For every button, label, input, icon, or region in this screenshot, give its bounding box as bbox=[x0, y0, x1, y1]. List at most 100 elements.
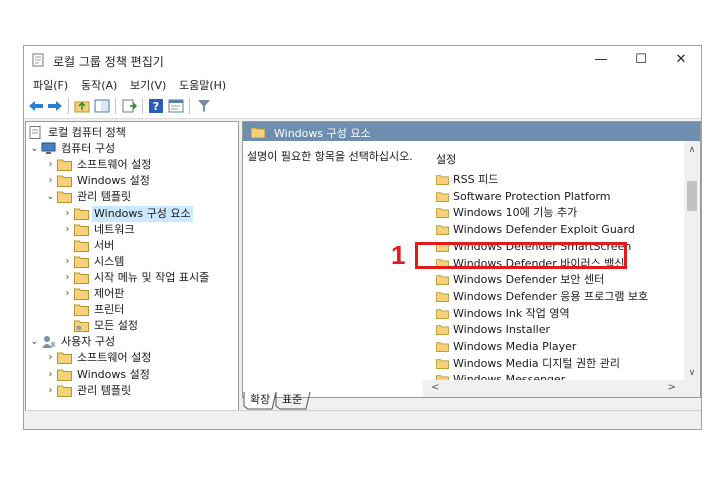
properties-icon[interactable] bbox=[168, 98, 184, 114]
setting-row-label: Windows Defender 응용 프로그램 보호 bbox=[453, 289, 649, 303]
filter-icon[interactable] bbox=[196, 98, 212, 114]
description-text: 설명이 필요한 항목을 선택하십시오. bbox=[247, 150, 413, 163]
settings-list[interactable]: 설정 RSS 피드 Software Protection Platform Win… bbox=[423, 141, 700, 397]
folder-icon bbox=[436, 175, 449, 185]
chevron-right-icon[interactable]: › bbox=[63, 270, 72, 286]
maximize-button[interactable]: ☐ bbox=[621, 46, 661, 74]
folder-icon bbox=[74, 224, 89, 236]
folder-icon bbox=[436, 358, 449, 369]
setting-row-label: RSS 피드 bbox=[453, 173, 499, 186]
scroll-thumb[interactable] bbox=[687, 181, 697, 211]
tree-item-label: 관리 템플릿 bbox=[77, 190, 132, 204]
tree-item-label: 네트워크 bbox=[94, 222, 135, 236]
computer-icon bbox=[41, 142, 56, 155]
tree-item-label: Windows 설정 bbox=[77, 367, 150, 381]
tree-item-label: 사용자 구성 bbox=[61, 335, 116, 349]
setting-row-label: Windows Media 디지털 권한 관리 bbox=[453, 356, 620, 370]
chevron-right-icon[interactable]: › bbox=[46, 173, 55, 189]
menu-help[interactable]: 도움말(H) bbox=[179, 77, 226, 93]
menu-action[interactable]: 동작(A) bbox=[81, 77, 117, 93]
tree-item-label: 소프트웨어 설정 bbox=[77, 158, 152, 172]
folder-icon bbox=[436, 191, 449, 202]
tab-standard[interactable]: 표준 bbox=[282, 392, 302, 408]
close-button[interactable]: ✕ bbox=[661, 46, 701, 74]
folder-icon bbox=[57, 159, 72, 172]
folder-icon bbox=[74, 304, 89, 317]
folder-icon bbox=[436, 325, 449, 336]
chevron-down-icon[interactable]: ⌄ bbox=[46, 189, 55, 205]
folder-icon bbox=[57, 352, 72, 365]
show-hide-tree-icon[interactable] bbox=[94, 98, 110, 114]
help-icon[interactable]: ? bbox=[148, 98, 164, 114]
window-title: 로컬 그룹 정책 편집기 bbox=[53, 55, 164, 69]
user-icon bbox=[42, 336, 55, 349]
group-policy-editor-window: 로컬 그룹 정책 편집기 — ☐ ✕ 파일(F) 동작(A) 보기(V) 도움말… bbox=[23, 45, 702, 430]
folder-icon bbox=[74, 256, 89, 268]
folder-icon bbox=[74, 272, 89, 284]
tab-extended[interactable]: 확장 bbox=[250, 392, 270, 408]
vertical-scrollbar[interactable]: ∧ ∨ bbox=[684, 141, 700, 380]
svg-text:?: ? bbox=[153, 100, 159, 113]
chevron-right-icon[interactable]: › bbox=[46, 383, 55, 399]
title-bar: 로컬 그룹 정책 편집기 — ☐ ✕ bbox=[24, 46, 701, 74]
status-bar bbox=[24, 410, 701, 429]
scroll-down-icon[interactable]: ∨ bbox=[684, 368, 700, 378]
chevron-right-icon[interactable]: › bbox=[46, 157, 55, 173]
tree-item-label: 컴퓨터 구성 bbox=[61, 142, 116, 156]
setting-row-label: Windows Defender 보안 센터 bbox=[453, 273, 605, 287]
annotation-number: 1 bbox=[391, 240, 406, 270]
folder-icon bbox=[436, 342, 449, 352]
policy-app-icon bbox=[32, 53, 44, 67]
tree-item-label: 서버 bbox=[94, 238, 115, 252]
up-folder-icon[interactable] bbox=[74, 98, 90, 114]
chevron-right-icon[interactable]: › bbox=[63, 286, 72, 302]
chevron-right-icon[interactable]: › bbox=[46, 367, 55, 383]
setting-row-label: Software Protection Platform bbox=[453, 189, 611, 203]
toolbar: ? bbox=[24, 94, 701, 119]
console-tree[interactable]: 로컬 컴퓨터 정책 ⌄ 컴퓨터 구성 › 소프트웨어 설정 › Windows 설정 ⌄ 관리 … bbox=[25, 121, 239, 411]
tree-item-label: 시작 메뉴 및 작업 표시줄 bbox=[94, 270, 210, 284]
folder-icon bbox=[436, 225, 449, 236]
folder-icon bbox=[436, 275, 449, 286]
forward-icon[interactable] bbox=[47, 98, 63, 114]
annotation-highlight-box bbox=[415, 242, 627, 269]
chevron-down-icon[interactable]: ⌄ bbox=[30, 141, 39, 157]
chevron-right-icon[interactable]: › bbox=[63, 206, 72, 222]
setting-row-label: Windows Media Player bbox=[453, 340, 577, 353]
chevron-right-icon[interactable]: › bbox=[46, 350, 55, 366]
details-header: Windows 구성 요소 bbox=[243, 122, 700, 141]
folder-icon bbox=[57, 191, 72, 204]
folder-icon bbox=[436, 308, 449, 319]
export-list-icon[interactable] bbox=[121, 98, 137, 114]
chevron-right-icon[interactable]: › bbox=[63, 254, 72, 270]
chevron-down-icon[interactable]: ⌄ bbox=[30, 334, 39, 350]
folder-icon bbox=[251, 127, 265, 138]
tree-item-label: 로컬 컴퓨터 정책 bbox=[48, 126, 126, 139]
tree-item-label: 소프트웨어 설정 bbox=[77, 351, 152, 365]
column-header-setting[interactable]: 설정 bbox=[436, 151, 456, 167]
menu-file[interactable]: 파일(F) bbox=[33, 77, 68, 93]
scroll-up-icon[interactable]: ∧ bbox=[684, 145, 700, 155]
setting-row-label: Windows Defender Exploit Guard bbox=[453, 223, 635, 237]
tree-item-label: 제어판 bbox=[94, 287, 125, 300]
folder-icon bbox=[74, 240, 89, 252]
settings-folder-icon bbox=[74, 320, 89, 333]
chevron-right-icon[interactable]: › bbox=[63, 222, 72, 238]
menu-bar: 파일(F) 동작(A) 보기(V) 도움말(H) bbox=[24, 74, 701, 94]
folder-icon bbox=[74, 288, 89, 300]
policy-doc-icon bbox=[29, 126, 41, 139]
tree-item-label: 프린터 bbox=[94, 303, 125, 317]
setting-row-label: Windows Installer bbox=[453, 323, 551, 337]
tree-item-label: 관리 템플릿 bbox=[77, 383, 132, 397]
folder-icon bbox=[57, 369, 72, 381]
view-tabs: 확장 표준 bbox=[242, 392, 701, 410]
tree-item-label: Windows 구성 요소 bbox=[92, 205, 193, 222]
folder-icon bbox=[436, 208, 449, 219]
tree-item-label: 모든 설정 bbox=[94, 319, 138, 333]
minimize-button[interactable]: — bbox=[581, 46, 621, 74]
menu-view[interactable]: 보기(V) bbox=[130, 77, 166, 93]
back-icon[interactable] bbox=[28, 98, 44, 114]
folder-icon bbox=[74, 208, 89, 220]
setting-row-label: Windows 10에 기능 추가 bbox=[453, 206, 578, 220]
folder-icon bbox=[57, 175, 72, 188]
